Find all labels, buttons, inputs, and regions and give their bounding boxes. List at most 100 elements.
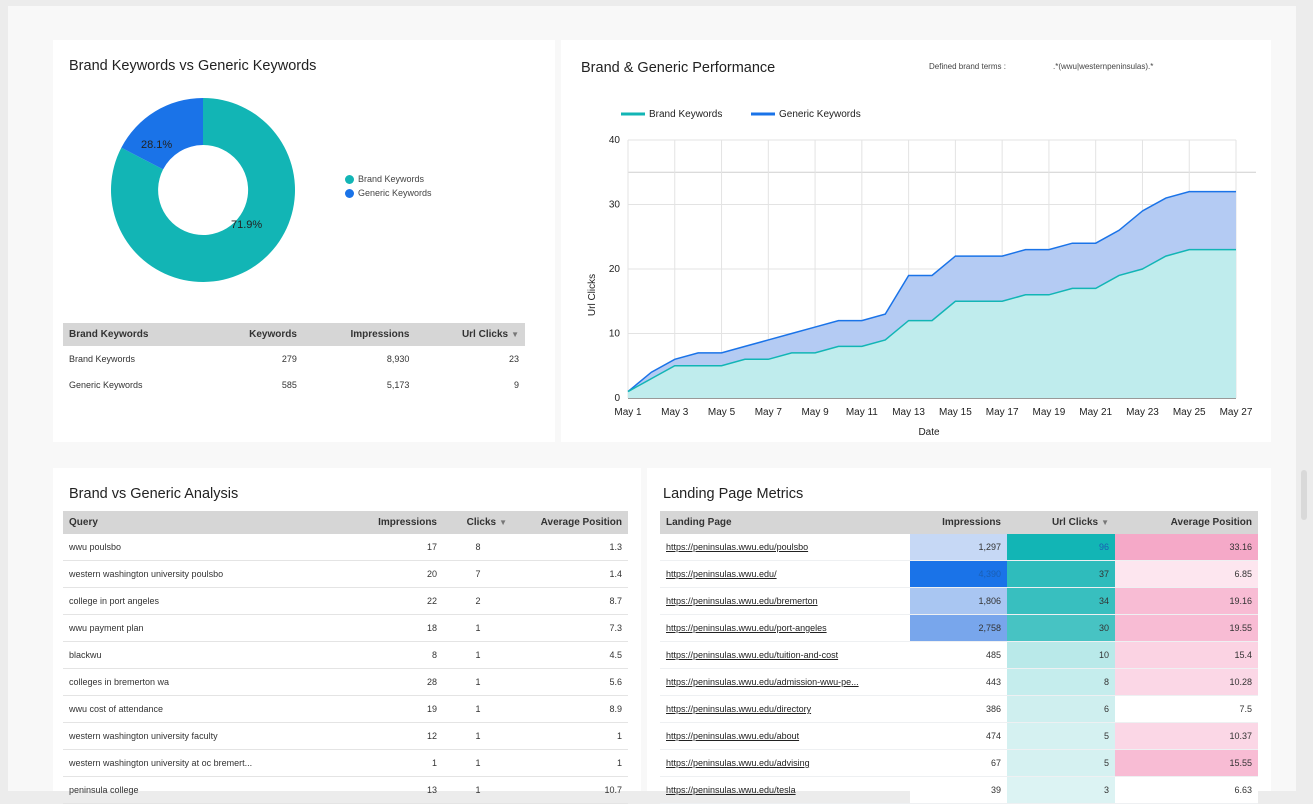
table-row[interactable]: blackwu 8 1 4.5 [63, 641, 628, 669]
position-cell: 1 [513, 749, 628, 777]
position-cell: 10.7 [513, 776, 628, 804]
table-row[interactable]: college in port angeles 22 2 8.7 [63, 587, 628, 615]
y-tick-label: 40 [609, 135, 621, 146]
position-cell: 10.28 [1115, 668, 1258, 696]
col-impressions[interactable]: Impressions [302, 323, 416, 346]
table-row[interactable]: western washington university at oc brem… [63, 749, 628, 777]
x-tick-label: May 19 [1033, 407, 1066, 418]
clicks-cell: 37 [1007, 560, 1115, 588]
y-tick-label: 0 [614, 393, 620, 404]
landing-page-cell[interactable]: https://peninsulas.wwu.edu/advising [660, 749, 910, 777]
table-row[interactable]: Brand Keywords 279 8,930 23 [63, 346, 525, 372]
col-impressions[interactable]: Impressions [333, 511, 443, 534]
table-row[interactable]: https://peninsulas.wwu.edu/about 474 5 10.3… [660, 722, 1258, 750]
table-row[interactable]: https://peninsulas.wwu.edu/poulsbo 1,297 9… [660, 534, 1258, 561]
x-tick-label: May 7 [755, 407, 783, 418]
table-row[interactable]: wwu payment plan 18 1 7.3 [63, 614, 628, 642]
clicks-cell: 30 [1007, 614, 1115, 642]
landing-page-cell[interactable]: https://peninsulas.wwu.edu/directory [660, 695, 910, 723]
donut-chart[interactable]: 28.1% 71.9% [103, 90, 303, 290]
position-cell: 10.37 [1115, 722, 1258, 750]
landing-page-cell[interactable]: https://peninsulas.wwu.edu/port-angeles [660, 614, 910, 642]
table-row[interactable]: colleges in bremerton wa 28 1 5.6 [63, 668, 628, 696]
impressions-cell: 13 [333, 776, 443, 804]
impressions-cell: 12 [333, 722, 443, 750]
table-row[interactable]: https://peninsulas.wwu.edu/admission-wwu… [660, 668, 1258, 696]
page-scrollbar[interactable] [1301, 470, 1307, 520]
x-tick-label: May 11 [846, 407, 878, 418]
query-cell: colleges in bremerton wa [63, 668, 333, 696]
col-clicks[interactable]: Clicks ▼ [443, 511, 513, 534]
landing-page-link[interactable]: https://peninsulas.wwu.edu/poulsbo [666, 542, 808, 552]
landing-page-link[interactable]: https://peninsulas.wwu.edu/tuition-and-c… [666, 650, 838, 660]
sort-desc-icon: ▼ [499, 518, 507, 527]
y-tick-label: 30 [609, 200, 621, 211]
landing-page-link[interactable]: https://peninsulas.wwu.edu/port-angeles [666, 623, 827, 633]
impressions-cell: 443 [910, 668, 1007, 696]
col-brand-keywords[interactable]: Brand Keywords [63, 323, 209, 346]
query-cell: peninsula college [63, 776, 333, 804]
landing-page-link[interactable]: https://peninsulas.wwu.edu/ [666, 569, 777, 579]
table-row[interactable]: https://peninsulas.wwu.edu/port-angeles 2… [660, 614, 1258, 642]
table-row[interactable]: Generic Keywords 585 5,173 9 [63, 372, 525, 398]
x-tick-label: May 27 [1220, 407, 1253, 418]
row-name: Generic Keywords [69, 380, 143, 390]
table-row[interactable]: https://peninsulas.wwu.edu/tuition-and-c… [660, 641, 1258, 669]
clicks-cell: 5 [1007, 722, 1115, 750]
table-row[interactable]: https://peninsulas.wwu.edu/bremerton 1,80… [660, 587, 1258, 615]
donut-legend-generic[interactable]: Generic Keywords [345, 188, 432, 198]
table-row[interactable]: wwu cost of attendance 19 1 8.9 [63, 695, 628, 723]
table-row[interactable]: peninsula college 13 1 10.7 [63, 776, 628, 804]
landing-page-link[interactable]: https://peninsulas.wwu.edu/admission-wwu… [666, 677, 859, 687]
x-tick-label: May 21 [1079, 407, 1112, 418]
impressions-cell: 67 [910, 749, 1007, 777]
brand-area [628, 249, 1236, 398]
col-url-clicks[interactable]: Url Clicks ▼ [1007, 511, 1115, 534]
clicks-cell: 8 [443, 534, 513, 561]
position-cell: 4.5 [513, 641, 628, 669]
landing-page-cell[interactable]: https://peninsulas.wwu.edu/tesla [660, 776, 910, 804]
landing-page-link[interactable]: https://peninsulas.wwu.edu/directory [666, 704, 811, 714]
donut-label-generic: 28.1% [141, 139, 172, 151]
landing-page-cell[interactable]: https://peninsulas.wwu.edu/bremerton [660, 587, 910, 615]
landing-page-link[interactable]: https://peninsulas.wwu.edu/advising [666, 758, 810, 768]
position-cell: 6.63 [1115, 776, 1258, 804]
landing-table: Landing Page Impressions Url Clicks ▼ Ave… [660, 511, 1258, 804]
col-average-position[interactable]: Average Position [513, 511, 628, 534]
impressions-cell: 39 [910, 776, 1007, 804]
clicks-cell: 1 [443, 641, 513, 669]
table-row[interactable]: https://peninsulas.wwu.edu/directory 386 6… [660, 695, 1258, 723]
table-row[interactable]: wwu poulsbo 17 8 1.3 [63, 534, 628, 561]
landing-page-link[interactable]: https://peninsulas.wwu.edu/about [666, 731, 799, 741]
col-query[interactable]: Query [63, 511, 333, 534]
clicks-cell: 3 [1007, 776, 1115, 804]
landing-page-link[interactable]: https://peninsulas.wwu.edu/tesla [666, 785, 796, 795]
chart-legend[interactable]: Brand Keywords Generic Keywords [621, 109, 861, 120]
brand-dot-icon [345, 174, 354, 184]
col-url-clicks[interactable]: Url Clicks ▼ [415, 323, 525, 346]
impressions-cell: 17 [333, 534, 443, 561]
col-average-position[interactable]: Average Position [1115, 511, 1258, 534]
landing-page-cell[interactable]: https://peninsulas.wwu.edu/ [660, 560, 910, 588]
performance-chart[interactable]: 0 10 20 30 40 May 1 May 3 May 5 May 7 May 9 May 11… [561, 70, 1271, 442]
landing-page-cell[interactable]: https://peninsulas.wwu.edu/tuition-and-c… [660, 641, 910, 669]
table-row[interactable]: https://peninsulas.wwu.edu/tesla 39 3 6.63 [660, 776, 1258, 804]
position-cell: 19.16 [1115, 587, 1258, 615]
table-row[interactable]: western washington university poulsbo 20 7… [63, 560, 628, 588]
landing-page-cell[interactable]: https://peninsulas.wwu.edu/admission-wwu… [660, 668, 910, 696]
row-name: Brand Keywords [69, 354, 136, 364]
query-cell: wwu payment plan [63, 614, 333, 642]
table-row[interactable]: https://peninsulas.wwu.edu/advising 67 5 15… [660, 749, 1258, 777]
landing-page-cell[interactable]: https://peninsulas.wwu.edu/about [660, 722, 910, 750]
col-impressions[interactable]: Impressions [910, 511, 1007, 534]
landing-page-cell[interactable]: https://peninsulas.wwu.edu/poulsbo [660, 534, 910, 561]
landing-page-link[interactable]: https://peninsulas.wwu.edu/bremerton [666, 596, 818, 606]
col-keywords[interactable]: Keywords [208, 323, 303, 346]
donut-legend-brand[interactable]: Brand Keywords [345, 174, 424, 184]
x-tick-label: May 5 [708, 407, 736, 418]
analysis-panel: Brand vs Generic Analysis Query Impressi… [53, 468, 641, 804]
row-impressions: 8,930 [386, 354, 410, 364]
col-landing-page[interactable]: Landing Page [660, 511, 910, 534]
table-row[interactable]: western washington university faculty 12 1… [63, 722, 628, 750]
table-row[interactable]: https://peninsulas.wwu.edu/4,390 37 6.85 [660, 560, 1258, 588]
